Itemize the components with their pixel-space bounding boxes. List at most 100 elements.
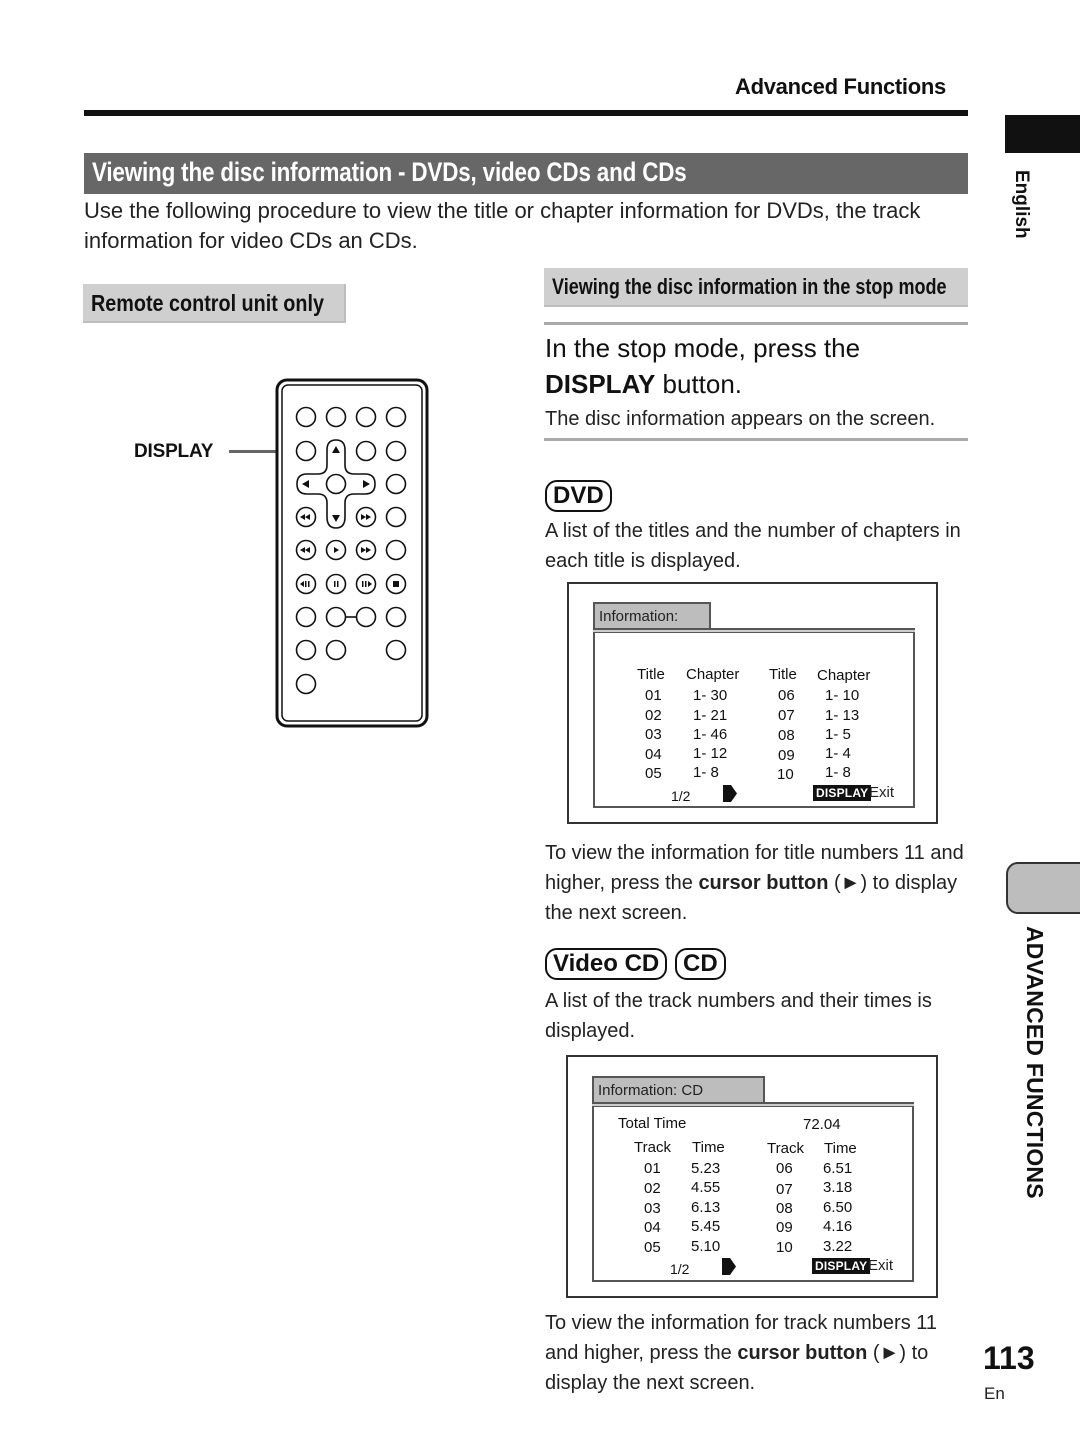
track-time: 6.13 xyxy=(691,1199,721,1216)
remote-button xyxy=(385,473,407,495)
remote-button xyxy=(325,639,347,661)
display-button xyxy=(295,440,317,462)
track-number: 04 xyxy=(644,1219,661,1236)
video-cd-badge: Video CD xyxy=(545,948,668,980)
track-number: 10 xyxy=(776,1239,793,1256)
track-number: 06 xyxy=(776,1160,793,1177)
divider xyxy=(544,438,968,441)
title-number: 07 xyxy=(778,707,795,724)
column-header: Time xyxy=(692,1139,725,1156)
track-number: 03 xyxy=(644,1200,661,1217)
remote-button xyxy=(355,606,377,628)
chapter-range: 1- 46 xyxy=(693,726,728,743)
column-header: Title xyxy=(769,666,797,683)
page-heading-text: Viewing the disc information - DVDs, vid… xyxy=(92,157,687,187)
total-time-value: 72.04 xyxy=(803,1116,841,1133)
remote-control-icon xyxy=(275,378,429,728)
subheading: Viewing the disc information in the stop… xyxy=(544,268,968,307)
chapter-range: 1- 12 xyxy=(693,745,728,762)
display-button-name: DISPLAY xyxy=(545,369,656,399)
chapter-tab: ADVANCED FUNCTIONS xyxy=(1020,926,1050,1216)
remote-button xyxy=(385,506,407,528)
track-time: 5.45 xyxy=(691,1218,721,1235)
page-heading: Viewing the disc information - DVDs, vid… xyxy=(84,153,968,194)
remote-button xyxy=(385,606,407,628)
chapter-range: 1- 21 xyxy=(693,707,728,724)
remote-button xyxy=(385,539,407,561)
title-number: 01 xyxy=(645,687,662,704)
title-number: 10 xyxy=(777,766,794,783)
track-time: 6.51 xyxy=(823,1160,853,1177)
cd-next-screen-note: To view the information for track number… xyxy=(545,1308,970,1398)
cd-screen-body: Total Time 72.04 Track Time Track Time 0… xyxy=(592,1107,914,1282)
dvd-screen-body: Title Chapter Title Chapter 01 1- 30 02 … xyxy=(593,633,915,808)
title-number: 08 xyxy=(778,727,795,744)
exit-label: Exit xyxy=(869,784,895,801)
step-line-2-rest: button. xyxy=(655,369,743,399)
title-number: 06 xyxy=(778,687,795,704)
remote-button xyxy=(385,406,407,428)
column-header: Track xyxy=(767,1140,804,1157)
chapter-tab-marker xyxy=(1006,862,1080,914)
language-tab: English xyxy=(1006,170,1036,250)
display-key-label: DISPLAY xyxy=(813,785,872,801)
remote-only-label-text: Remote control unit only xyxy=(91,290,324,316)
track-number: 09 xyxy=(776,1219,793,1236)
track-number: 05 xyxy=(644,1239,661,1256)
page-language: En xyxy=(984,1384,1005,1403)
column-header: Track xyxy=(634,1139,671,1156)
remote-button xyxy=(385,440,407,462)
column-header: Time xyxy=(824,1140,857,1157)
track-time: 3.22 xyxy=(823,1238,853,1255)
chapter-range: 1- 4 xyxy=(825,745,851,762)
display-key-label: DISPLAY xyxy=(812,1258,871,1274)
total-time-label: Total Time xyxy=(618,1115,687,1132)
track-time: 3.18 xyxy=(823,1179,853,1196)
dvd-badge: DVD xyxy=(545,480,612,512)
section-title: Advanced Functions xyxy=(735,74,946,99)
dvd-description: A list of the titles and the number of c… xyxy=(545,520,961,572)
cd-badge: CD xyxy=(675,948,726,980)
dvd-screen-tab: Information: DVD xyxy=(593,602,711,642)
remote-button xyxy=(355,406,377,428)
track-number: 02 xyxy=(644,1180,661,1197)
cursor-button-name: cursor button xyxy=(698,872,829,894)
title-number: 03 xyxy=(645,726,662,743)
display-button-callout: DISPLAY xyxy=(134,441,214,462)
column-header: Title xyxy=(637,666,665,683)
dvd-next-screen-note: To view the information for title number… xyxy=(545,838,970,928)
remote-button xyxy=(295,639,317,661)
pause-button xyxy=(325,573,347,595)
intro-paragraph: Use the following procedure to view the … xyxy=(84,198,921,253)
remote-button xyxy=(385,639,407,661)
cd-info-screen: Information: CD Total Time 72.04 Track T… xyxy=(566,1055,938,1298)
header-rule xyxy=(84,110,968,116)
track-time: 4.55 xyxy=(691,1179,721,1196)
remote-only-label: Remote control unit only xyxy=(83,284,346,323)
dvd-info-screen: Information: DVD Title Chapter Title Cha… xyxy=(567,582,938,824)
enter-button xyxy=(325,473,347,495)
step-instruction: In the stop mode, press the DISPLAY butt… xyxy=(545,330,965,402)
chapter-range: 1- 5 xyxy=(825,726,851,743)
title-number: 02 xyxy=(645,707,662,724)
remote-button xyxy=(295,673,317,695)
column-header: Chapter xyxy=(686,666,740,683)
stop-icon xyxy=(393,581,399,587)
track-number: 08 xyxy=(776,1200,793,1217)
page-indicator: 1/2 xyxy=(670,1261,690,1277)
cd-description: A list of the track numbers and their ti… xyxy=(545,990,932,1042)
track-number: 07 xyxy=(776,1181,793,1198)
track-time: 5.10 xyxy=(691,1238,721,1255)
track-time: 4.16 xyxy=(823,1218,853,1235)
cursor-button-name: cursor button xyxy=(737,1342,868,1364)
remote-button xyxy=(295,406,317,428)
remote-button xyxy=(355,440,377,462)
remote-button xyxy=(295,606,317,628)
title-number: 05 xyxy=(645,765,662,782)
column-header: Chapter xyxy=(817,667,871,684)
step-line-1: In the stop mode, press the xyxy=(545,333,861,363)
step-result: The disc information appears on the scre… xyxy=(545,408,936,430)
chapter-range: 1- 8 xyxy=(825,764,851,781)
chapter-range: 1- 13 xyxy=(825,707,860,724)
play-arrow-icon xyxy=(723,785,737,802)
